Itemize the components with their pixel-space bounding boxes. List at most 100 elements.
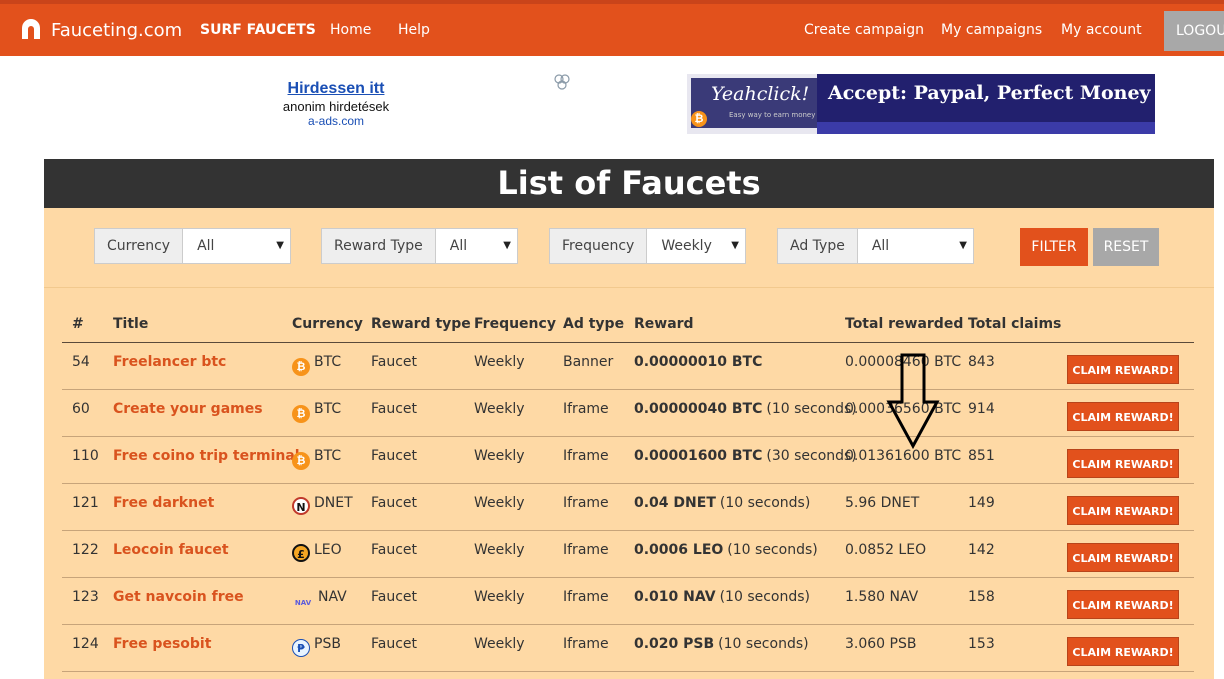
row-total-rewarded: 3.060 PSB: [845, 636, 917, 652]
yeahclick-banner-ad[interactable]: Yeahclick! Easy way to earn money ₿ Acce…: [687, 74, 1155, 134]
dropdown-caret-icon: ▼: [959, 240, 967, 251]
faucet-title-link[interactable]: Create your games: [113, 401, 263, 417]
reward-amount: 0.00000010 BTC: [634, 354, 763, 370]
reward-duration: (10 seconds): [766, 401, 857, 417]
table-row: 124 Free pesobit ₱ PSB Faucet Weekly Iframe 0.0…: [62, 625, 1194, 672]
filter-divider: [44, 287, 1214, 288]
col-header-frequency: Frequency: [474, 316, 556, 332]
col-header-title: Title: [113, 316, 149, 332]
row-divider: [62, 671, 1194, 672]
col-header-ad-type: Ad type: [563, 316, 625, 332]
frequency-select-value: Weekly: [661, 238, 712, 254]
table-row: 122 Leocoin faucet £ LEO Faucet Weekly Iframe 0…: [62, 531, 1194, 578]
row-currency: ₱ PSB: [292, 636, 341, 657]
nav-my-campaigns[interactable]: My campaigns: [941, 4, 1042, 56]
row-total-rewarded: 0.01361600 BTC: [845, 448, 962, 464]
reward-type-select-value: All: [449, 238, 468, 254]
banner-message: Accept: Paypal, Perfect Money: [828, 82, 1151, 104]
ad-type-filter[interactable]: Ad Type All ▼: [777, 228, 974, 264]
ad-subline: anonim hirdetések: [282, 99, 390, 114]
row-reward-type: Faucet: [371, 448, 418, 464]
nav-help[interactable]: Help: [398, 4, 430, 56]
bitcoin-icon: ₿: [292, 405, 310, 423]
faucet-title-link[interactable]: Free coino trip terminal: [113, 448, 300, 464]
reward-type-filter[interactable]: Reward Type All ▼: [321, 228, 518, 264]
reward-duration: (10 seconds): [727, 542, 818, 558]
claim-reward-button[interactable]: CLAIM REWARD!: [1067, 402, 1179, 431]
table-row: 121 Free darknet N DNET Faucet Weekly Iframe 0.…: [62, 484, 1194, 531]
ad-type-select[interactable]: All ▼: [858, 229, 973, 263]
ad-badge-icon[interactable]: [553, 74, 571, 90]
frequency-filter[interactable]: Frequency Weekly ▼: [549, 228, 746, 264]
claim-reward-button[interactable]: CLAIM REWARD!: [1067, 590, 1179, 619]
nav-create-campaign[interactable]: Create campaign: [804, 4, 924, 56]
nav-surf-faucets[interactable]: SURF FAUCETS: [200, 4, 316, 56]
faucet-title-link[interactable]: Free pesobit: [113, 636, 211, 652]
currency-filter[interactable]: Currency All ▼: [94, 228, 291, 264]
nav-home[interactable]: Home: [330, 4, 371, 56]
faucet-title-link[interactable]: Free darknet: [113, 495, 214, 511]
claim-reward-button[interactable]: CLAIM REWARD!: [1067, 543, 1179, 572]
brand-link[interactable]: Fauceting.com: [20, 4, 182, 56]
currency-code: LEO: [314, 542, 342, 558]
row-frequency: Weekly: [474, 401, 525, 417]
faucet-title-link[interactable]: Freelancer btc: [113, 354, 226, 370]
row-reward: 0.00000040 BTC (10 seconds): [634, 401, 857, 417]
reward-amount: 0.04 DNET: [634, 495, 716, 511]
ad-domain[interactable]: a-ads.com: [270, 114, 402, 128]
faucet-title-link[interactable]: Leocoin faucet: [113, 542, 229, 558]
row-ad-type: Banner: [563, 354, 614, 370]
col-header-number: #: [72, 316, 84, 332]
reward-duration: (30 seconds): [766, 448, 857, 464]
reset-button[interactable]: RESET: [1093, 228, 1159, 266]
dropdown-caret-icon: ▼: [503, 240, 511, 251]
currency-code: PSB: [314, 636, 341, 652]
row-reward-type: Faucet: [371, 495, 418, 511]
banner-tagline: Easy way to earn money: [729, 111, 816, 119]
row-reward-type: Faucet: [371, 354, 418, 370]
claim-reward-button[interactable]: CLAIM REWARD!: [1067, 355, 1179, 384]
claim-reward-button[interactable]: CLAIM REWARD!: [1067, 496, 1179, 525]
table-row: 110 Free coino trip terminal ₿ BTC Faucet Wee…: [62, 437, 1194, 484]
fauceting-logo-icon: [22, 19, 40, 39]
frequency-select[interactable]: Weekly ▼: [647, 229, 745, 263]
table-row: 54 Freelancer btc ₿ BTC Faucet Weekly Banner 0.…: [62, 343, 1194, 390]
logout-button[interactable]: LOGOUT: [1164, 11, 1224, 51]
table-row: 60 Create your games ₿ BTC Faucet Weekly Ifram…: [62, 390, 1194, 437]
navcoin-icon: NAV: [294, 599, 312, 607]
row-ad-type: Iframe: [563, 448, 609, 464]
row-total-claims: 843: [968, 354, 995, 370]
claim-reward-button[interactable]: CLAIM REWARD!: [1067, 449, 1179, 478]
currency-code: BTC: [314, 448, 342, 464]
reward-duration: (10 seconds): [719, 495, 811, 511]
row-number: 124: [72, 636, 99, 652]
row-ad-type: Iframe: [563, 542, 609, 558]
row-number: 123: [72, 589, 99, 605]
ad-headline[interactable]: Hirdessen itt: [270, 80, 402, 98]
bitcoin-icon: ₿: [292, 452, 310, 470]
row-currency: ₿ BTC: [292, 448, 341, 470]
row-reward: 0.020 PSB (10 seconds): [634, 636, 809, 652]
row-total-claims: 142: [968, 542, 995, 558]
banner-logo-box: Yeahclick! Easy way to earn money ₿: [687, 74, 817, 134]
reward-amount: 0.020 PSB: [634, 636, 715, 652]
reward-type-filter-label: Reward Type: [322, 229, 436, 263]
row-frequency: Weekly: [474, 495, 525, 511]
col-header-total-rewarded: Total rewarded: [845, 316, 964, 332]
row-ad-type: Iframe: [563, 636, 609, 652]
filter-button[interactable]: FILTER: [1020, 228, 1088, 266]
row-reward-type: Faucet: [371, 542, 418, 558]
row-reward: 0.00001600 BTC (30 seconds): [634, 448, 857, 464]
claim-reward-button[interactable]: CLAIM REWARD!: [1067, 637, 1179, 666]
nav-my-account[interactable]: My account: [1061, 4, 1142, 56]
faucet-title-link[interactable]: Get navcoin free: [113, 589, 244, 605]
currency-filter-label: Currency: [95, 229, 184, 263]
currency-select[interactable]: All ▼: [183, 229, 290, 263]
row-number: 54: [72, 354, 90, 370]
reward-amount: 0.010 NAV: [634, 589, 716, 605]
reward-duration: (10 seconds): [718, 636, 809, 652]
reward-amount: 0.00000040 BTC: [634, 401, 763, 417]
reward-type-select[interactable]: All ▼: [436, 229, 517, 263]
col-header-currency: Currency: [292, 316, 363, 332]
text-ad[interactable]: Hirdessen itt anonim hirdetések a-ads.co…: [270, 80, 402, 128]
